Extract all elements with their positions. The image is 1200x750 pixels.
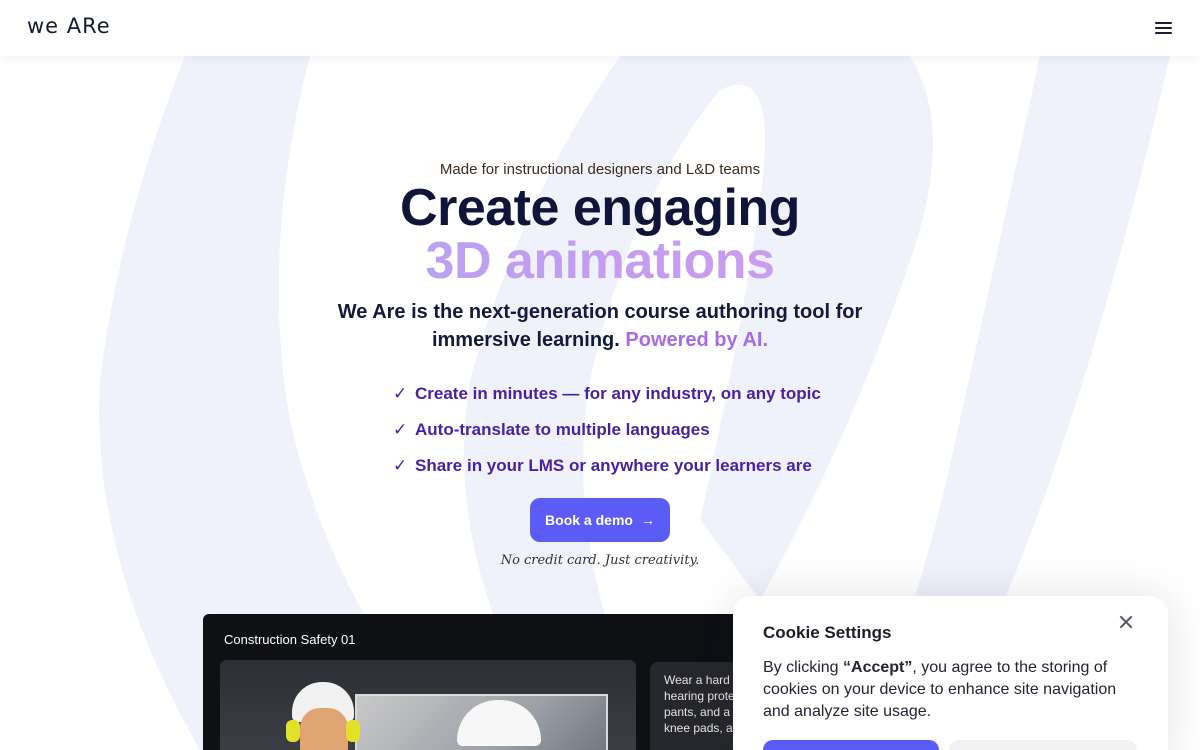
hero-lead-main: We Are is the next-generation course aut… xyxy=(337,301,863,351)
checklist-item: ✓ Auto-translate to multiple languages xyxy=(393,412,821,448)
cookie-accept-button[interactable] xyxy=(763,740,939,750)
hamburger-menu-icon[interactable] xyxy=(1153,20,1173,36)
hero-title-line2: 3D animations xyxy=(0,231,1200,291)
no-credit-card-note: No credit card. Just creativity. xyxy=(500,553,700,568)
close-icon[interactable] xyxy=(1117,613,1135,631)
cookie-settings-dialog: Cookie Settings By clicking “Accept”, yo… xyxy=(733,596,1168,750)
ear-muff-left xyxy=(286,720,300,742)
preview-3d-scene xyxy=(220,660,636,750)
checklist-item-text: Auto-translate to multiple languages xyxy=(415,420,710,439)
hero-eyebrow: Made for instructional designers and L&D… xyxy=(439,161,761,178)
hero-lead: We Are is the next-generation course aut… xyxy=(300,298,900,354)
checklist-item-text: Share in your LMS or anywhere your learn… xyxy=(415,456,812,475)
arrow-right-icon: → xyxy=(640,512,655,528)
preview-course-title: Construction Safety 01 xyxy=(224,632,356,647)
top-navigation-bar: we ARe xyxy=(0,0,1200,56)
hero-title-line1: Create engaging xyxy=(400,179,800,237)
cookie-body-accept: “Accept” xyxy=(843,659,913,676)
book-demo-label: Book a demo xyxy=(545,512,633,528)
checklist-item-text: Create in minutes — for any industry, on… xyxy=(415,384,821,403)
feature-checklist: ✓ Create in minutes — for any industry, … xyxy=(393,376,821,484)
cookie-preferences-button[interactable] xyxy=(949,740,1137,750)
checkmark-icon: ✓ xyxy=(393,456,408,475)
checkmark-icon: ✓ xyxy=(393,420,408,439)
ear-muff-right xyxy=(346,720,360,742)
cookie-title: Cookie Settings xyxy=(763,623,892,642)
we-are-logo[interactable]: we ARe xyxy=(27,14,111,38)
checklist-item: ✓ Share in your LMS or anywhere your lea… xyxy=(393,448,821,484)
checkmark-icon: ✓ xyxy=(393,384,408,403)
checklist-item: ✓ Create in minutes — for any industry, … xyxy=(393,376,821,412)
hero-lead-highlight: Powered by AI. xyxy=(625,329,769,351)
cookie-body: By clicking “Accept”, you agree to the s… xyxy=(763,657,1143,723)
character-face xyxy=(300,708,348,750)
product-preview: Construction Safety 01 Wear a hard ha...… xyxy=(203,614,763,750)
cookie-body-prefix: By clicking xyxy=(763,659,844,676)
book-demo-button[interactable]: Book a demo → xyxy=(530,498,670,542)
